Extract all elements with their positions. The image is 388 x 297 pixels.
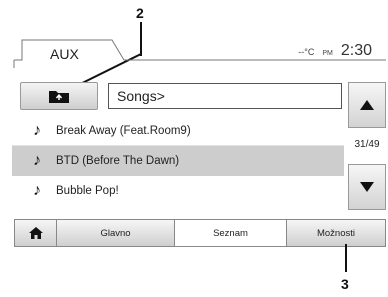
song-row[interactable]: ♪ Bubble Pop! bbox=[12, 176, 344, 206]
callout-3-label: 3 bbox=[341, 276, 349, 292]
home-icon bbox=[28, 227, 43, 239]
triangle-up-icon bbox=[360, 100, 374, 110]
head-unit-screen: AUX --°C PM 2:30 Songs> 31/49 ♪ Break Aw… bbox=[12, 36, 386, 248]
callout-3-line bbox=[345, 244, 347, 272]
music-note-icon: ♪ bbox=[33, 182, 41, 199]
main-tab-button[interactable]: Glavno bbox=[57, 220, 175, 246]
source-label: AUX bbox=[50, 46, 79, 62]
song-title: Break Away (Feat.Room9) bbox=[56, 125, 191, 137]
music-note-icon: ♪ bbox=[33, 122, 41, 139]
clock: 2:30 bbox=[340, 42, 372, 59]
bottom-bar: Glavno Seznam Možnosti bbox=[14, 219, 386, 247]
song-title: BTD (Before The Dawn) bbox=[56, 155, 180, 167]
options-button[interactable]: Možnosti bbox=[287, 220, 385, 246]
song-title: Bubble Pop! bbox=[56, 185, 119, 197]
song-list: ♪ Break Away (Feat.Room9) ♪ BTD (Before … bbox=[12, 116, 344, 206]
home-button[interactable] bbox=[15, 220, 57, 246]
scroll-up-button[interactable] bbox=[348, 82, 386, 128]
list-tab-button[interactable]: Seznam bbox=[175, 220, 287, 246]
path-field: Songs> bbox=[108, 83, 342, 109]
song-row-selected[interactable]: ♪ BTD (Before The Dawn) bbox=[12, 146, 344, 176]
folder-up-button[interactable] bbox=[20, 82, 98, 110]
song-row[interactable]: ♪ Break Away (Feat.Room9) bbox=[12, 116, 344, 146]
triangle-down-icon bbox=[360, 182, 374, 192]
temperature-readout: --°C bbox=[298, 47, 315, 57]
status-area: --°C PM 2:30 bbox=[298, 42, 372, 60]
track-counter: 31/49 bbox=[354, 139, 380, 150]
music-note-icon: ♪ bbox=[33, 152, 41, 169]
scroll-down-button[interactable] bbox=[348, 164, 386, 210]
pm-indicator: PM bbox=[322, 50, 333, 57]
folder-up-icon bbox=[49, 91, 69, 103]
callout-2-label: 2 bbox=[136, 5, 144, 21]
